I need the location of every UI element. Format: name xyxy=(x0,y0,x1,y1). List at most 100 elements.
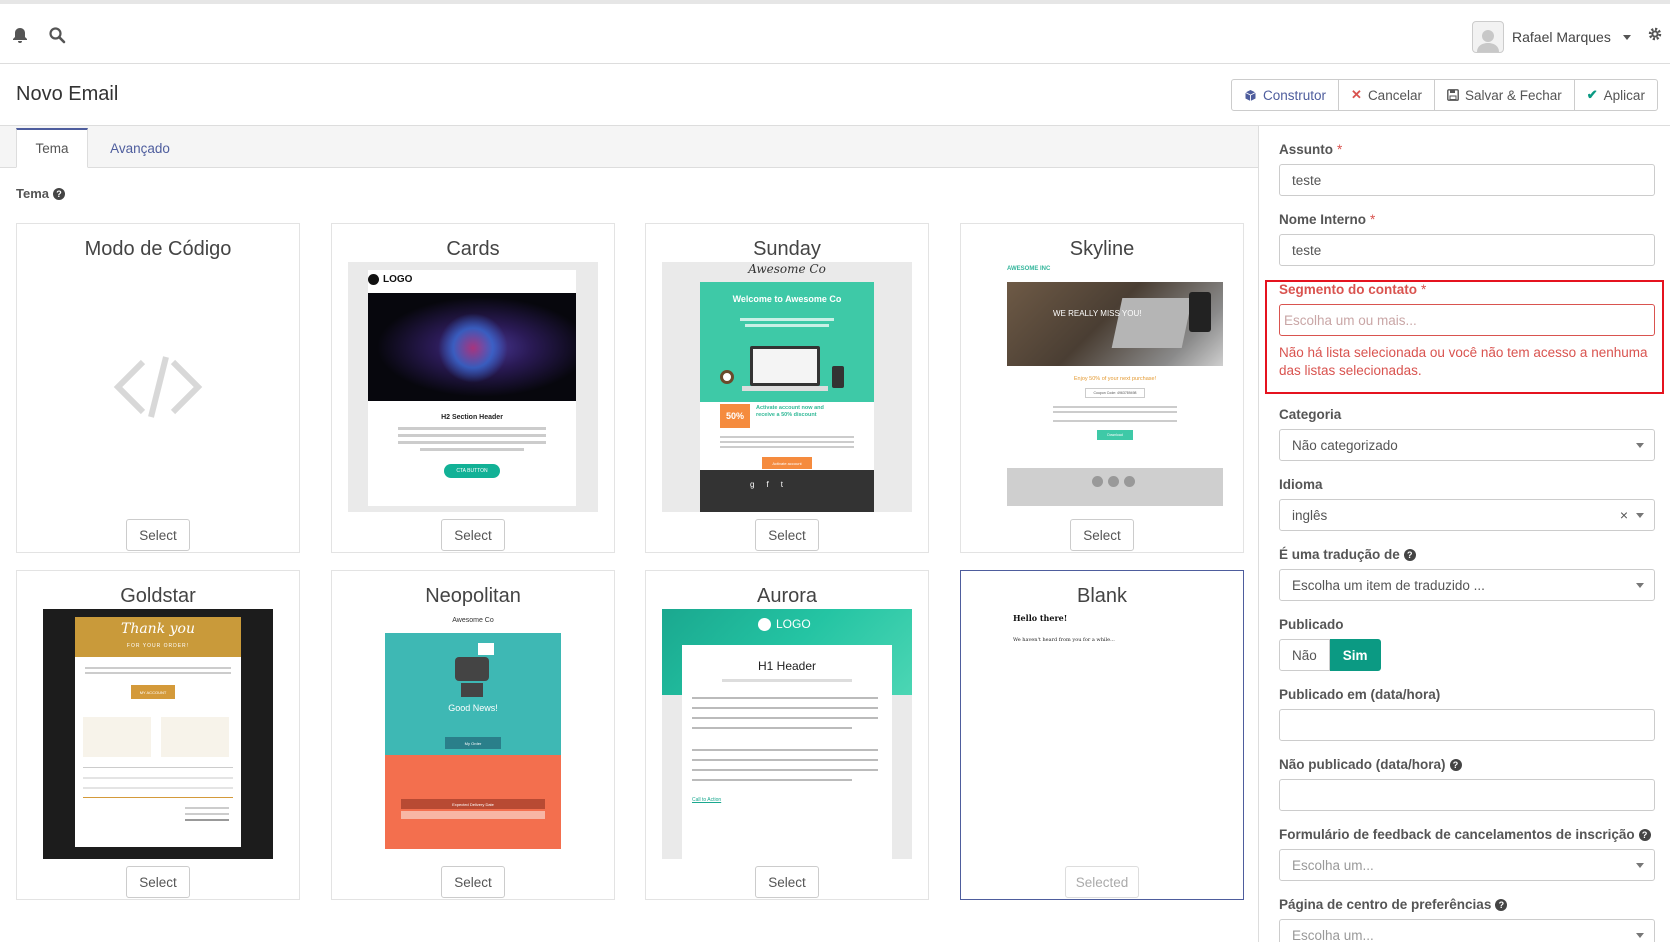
thumb-footer: gft xyxy=(700,470,874,512)
thumb-footer xyxy=(1007,468,1223,506)
theme-section-label-text: Tema xyxy=(16,186,49,201)
select-theme-button[interactable]: Select xyxy=(126,519,190,551)
apply-button[interactable]: ✔ Aplicar xyxy=(1573,79,1658,111)
help-icon[interactable]: ? xyxy=(1403,548,1416,561)
category-select[interactable]: Não categorizado xyxy=(1279,429,1655,461)
thumb-heading: H2 Section Header xyxy=(441,414,503,421)
thumb-body: We haven't heard from you for a while... xyxy=(1013,637,1115,643)
theme-thumbnail: Thank you FOR YOUR ORDER! MY ACCOUNT xyxy=(43,609,273,859)
help-icon[interactable]: ? xyxy=(53,187,65,200)
theme-title: Skyline xyxy=(1069,238,1135,260)
theme-thumbnail: AWESOME INC WE REALLY MISS YOU! Enjoy 50… xyxy=(977,262,1227,512)
select-theme-button[interactable]: Select xyxy=(441,519,505,551)
select-theme-button[interactable]: Select xyxy=(441,866,505,898)
builder-button[interactable]: Construtor xyxy=(1231,79,1340,111)
help-icon[interactable]: ? xyxy=(1638,828,1651,841)
thumb-hero-image: WE REALLY MISS YOU! xyxy=(1007,282,1223,366)
thumb-badge: 50% xyxy=(720,404,750,428)
language-group: Idioma inglês × xyxy=(1279,477,1655,531)
published-group: Publicado Não Sim xyxy=(1279,617,1655,671)
theme-panel: Tema Avançado Tema ? Modo de Código Sele… xyxy=(0,126,1258,942)
translation-group: É uma tradução de? Escolha um item de tr… xyxy=(1279,547,1655,601)
chevron-down-icon xyxy=(1636,513,1644,518)
cancel-button[interactable]: ✕ Cancelar xyxy=(1338,79,1435,111)
page-title: Novo Email xyxy=(16,83,119,105)
required-marker: * xyxy=(1370,212,1376,227)
select-theme-button[interactable]: Select xyxy=(126,866,190,898)
theme-title: Goldstar xyxy=(120,585,196,607)
theme-thumbnail: LOGO H2 Section Header CTA BUTTON xyxy=(348,262,598,512)
translation-value: Escolha um item de traduzido ... xyxy=(1292,577,1485,593)
chevron-down-icon xyxy=(1636,583,1644,588)
select-theme-button[interactable]: Select xyxy=(1070,519,1134,551)
theme-title: Aurora xyxy=(756,585,818,607)
theme-card-goldstar[interactable]: Goldstar Thank you FOR YOUR ORDER! MY AC… xyxy=(16,570,300,900)
page-header: Novo Email Construtor ✕ Cancelar Salvar … xyxy=(0,64,1670,126)
builder-button-label: Construtor xyxy=(1263,87,1327,103)
theme-title: Cards xyxy=(446,238,500,260)
preference-center-label: Página de centro de preferências xyxy=(1279,897,1492,912)
translation-select[interactable]: Escolha um item de traduzido ... xyxy=(1279,569,1655,601)
theme-thumbnail: Awesome Co Good News! My Order Expected … xyxy=(348,609,598,859)
close-icon: ✕ xyxy=(1351,87,1362,102)
internal-name-input[interactable]: teste xyxy=(1279,234,1655,266)
theme-card-blank[interactable]: Blank Hello there! We haven't heard from… xyxy=(960,570,1244,900)
search-icon[interactable] xyxy=(48,26,66,44)
theme-section-label: Tema ? xyxy=(16,186,65,201)
theme-card-code-mode[interactable]: Modo de Código Select xyxy=(16,223,300,553)
category-label: Categoria xyxy=(1279,407,1342,422)
user-menu[interactable]: Rafael Marques xyxy=(1472,20,1631,54)
chevron-down-icon xyxy=(1636,443,1644,448)
tab-advanced[interactable]: Avançado xyxy=(100,128,180,168)
chevron-down-icon xyxy=(1636,863,1644,868)
chevron-down-icon xyxy=(1622,34,1631,40)
theme-thumbnail xyxy=(33,262,283,512)
thumb-logo: LOGO xyxy=(368,274,412,285)
cube-icon xyxy=(1245,89,1256,101)
language-select[interactable]: inglês × xyxy=(1279,499,1655,531)
top-navbar: Rafael Marques xyxy=(0,0,1670,64)
save-close-button[interactable]: Salvar & Fechar xyxy=(1433,79,1575,111)
unsubscribe-form-value: Escolha um... xyxy=(1292,857,1374,873)
preference-center-select[interactable]: Escolha um... xyxy=(1279,919,1655,942)
validation-highlight-box xyxy=(1265,280,1664,394)
theme-card-cards[interactable]: Cards LOGO H2 Section Header CTA BUTTON … xyxy=(331,223,615,553)
toolbar-buttons: Construtor ✕ Cancelar Salvar & Fechar ✔ … xyxy=(1231,79,1658,111)
save-icon xyxy=(1447,89,1459,101)
published-no-button[interactable]: Não xyxy=(1279,639,1330,671)
select-theme-button[interactable]: Select xyxy=(755,519,819,551)
publish-down-input[interactable] xyxy=(1279,779,1655,811)
unsubscribe-form-select[interactable]: Escolha um... xyxy=(1279,849,1655,881)
thumb-hero-image xyxy=(368,293,576,401)
theme-title: Sunday xyxy=(753,238,821,260)
help-icon[interactable]: ? xyxy=(1449,758,1462,771)
thumb-hero: Good News! My Order xyxy=(385,633,561,755)
thumb-brand: Awesome Co xyxy=(452,617,494,624)
theme-card-sunday[interactable]: Sunday Awesome Co Welcome to Awesome Co … xyxy=(645,223,929,553)
bell-icon[interactable] xyxy=(11,26,29,44)
clear-icon[interactable]: × xyxy=(1620,507,1628,523)
required-marker: * xyxy=(1337,142,1343,157)
publish-up-input[interactable] xyxy=(1279,709,1655,741)
publish-down-label: Não publicado (data/hora) xyxy=(1279,757,1446,772)
subject-input[interactable]: teste xyxy=(1279,164,1655,196)
theme-card-aurora[interactable]: Aurora LOGO H1 Header Call to Action Sel… xyxy=(645,570,929,900)
language-label: Idioma xyxy=(1279,477,1323,492)
code-icon xyxy=(113,356,203,418)
help-icon[interactable]: ? xyxy=(1495,898,1508,911)
tab-theme[interactable]: Tema xyxy=(16,128,88,168)
thumb-cta: CTA BUTTON xyxy=(444,464,500,478)
theme-thumbnail: Awesome Co Welcome to Awesome Co 50% Act… xyxy=(662,262,912,512)
language-value: inglês xyxy=(1292,507,1328,523)
category-value: Não categorizado xyxy=(1292,437,1398,453)
thumb-greeting: Hello there! xyxy=(1013,613,1068,623)
select-theme-button[interactable]: Select xyxy=(755,866,819,898)
published-yes-button[interactable]: Sim xyxy=(1329,639,1381,671)
chevron-down-icon xyxy=(1636,933,1644,938)
gear-icon[interactable] xyxy=(1647,26,1663,42)
thumb-brand: AWESOME INC xyxy=(1007,266,1051,272)
theme-title: Neopolitan xyxy=(425,585,521,607)
theme-card-skyline[interactable]: Skyline AWESOME INC WE REALLY MISS YOU! … xyxy=(960,223,1244,553)
theme-card-neopolitan[interactable]: Neopolitan Awesome Co Good News! My Orde… xyxy=(331,570,615,900)
cancel-button-label: Cancelar xyxy=(1367,87,1422,103)
